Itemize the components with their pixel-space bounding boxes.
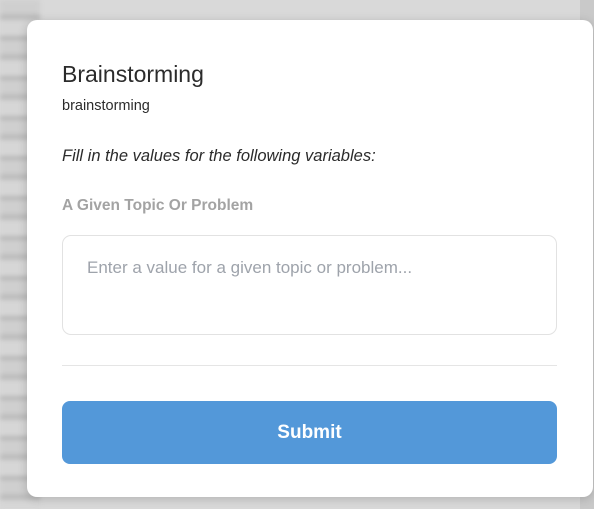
modal-subtitle: brainstorming bbox=[62, 98, 150, 114]
modal-title: Brainstorming bbox=[62, 61, 204, 87]
instruction-text: Fill in the values for the following var… bbox=[62, 147, 376, 165]
variable-label: A Given Topic Or Problem bbox=[62, 197, 254, 214]
divider bbox=[62, 365, 557, 366]
submit-button[interactable]: Submit bbox=[62, 401, 557, 464]
variable-value-input[interactable] bbox=[62, 235, 557, 335]
variables-modal: Brainstorming brainstorming Fill in the … bbox=[27, 20, 593, 497]
